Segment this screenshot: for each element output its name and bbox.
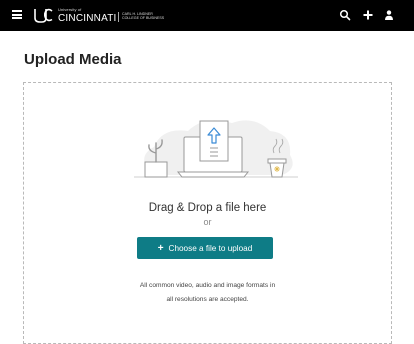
drag-drop-text: Drag & Drop a file here bbox=[148, 202, 267, 214]
choose-file-label: Choose a file to upload bbox=[168, 243, 253, 253]
brand-college: CARL H. LINDNER COLLEGE OF BUSINESS bbox=[122, 12, 164, 20]
brand-college-line2: COLLEGE OF BUSINESS bbox=[122, 16, 165, 21]
hamburger-icon[interactable] bbox=[12, 10, 22, 19]
formats-info-line2: all resolutions are accepted. bbox=[166, 296, 249, 303]
formats-info-line1: All common video, audio and image format… bbox=[139, 282, 276, 289]
page-title: Upload Media bbox=[24, 51, 122, 68]
brand-university-of: University of bbox=[58, 7, 82, 12]
plus-icon: + bbox=[157, 242, 164, 254]
top-navigation-bar: University of CINCINNATI CARL H. LINDNER… bbox=[0, 0, 414, 31]
brand-name: CINCINNATI bbox=[58, 13, 117, 24]
upload-dropzone[interactable]: Drag & Drop a file here or + Choose a fi… bbox=[23, 82, 392, 344]
uc-logo-icon bbox=[34, 8, 53, 23]
upload-illustration bbox=[134, 120, 298, 178]
search-icon[interactable] bbox=[339, 9, 351, 21]
choose-file-button[interactable]: + Choose a file to upload bbox=[137, 237, 273, 259]
brand-logo[interactable]: University of CINCINNATI CARL H. LINDNER… bbox=[34, 6, 164, 25]
or-separator-text: or bbox=[203, 217, 212, 227]
user-icon[interactable] bbox=[383, 9, 395, 21]
plus-icon[interactable] bbox=[362, 9, 374, 21]
brand-divider bbox=[118, 12, 119, 22]
